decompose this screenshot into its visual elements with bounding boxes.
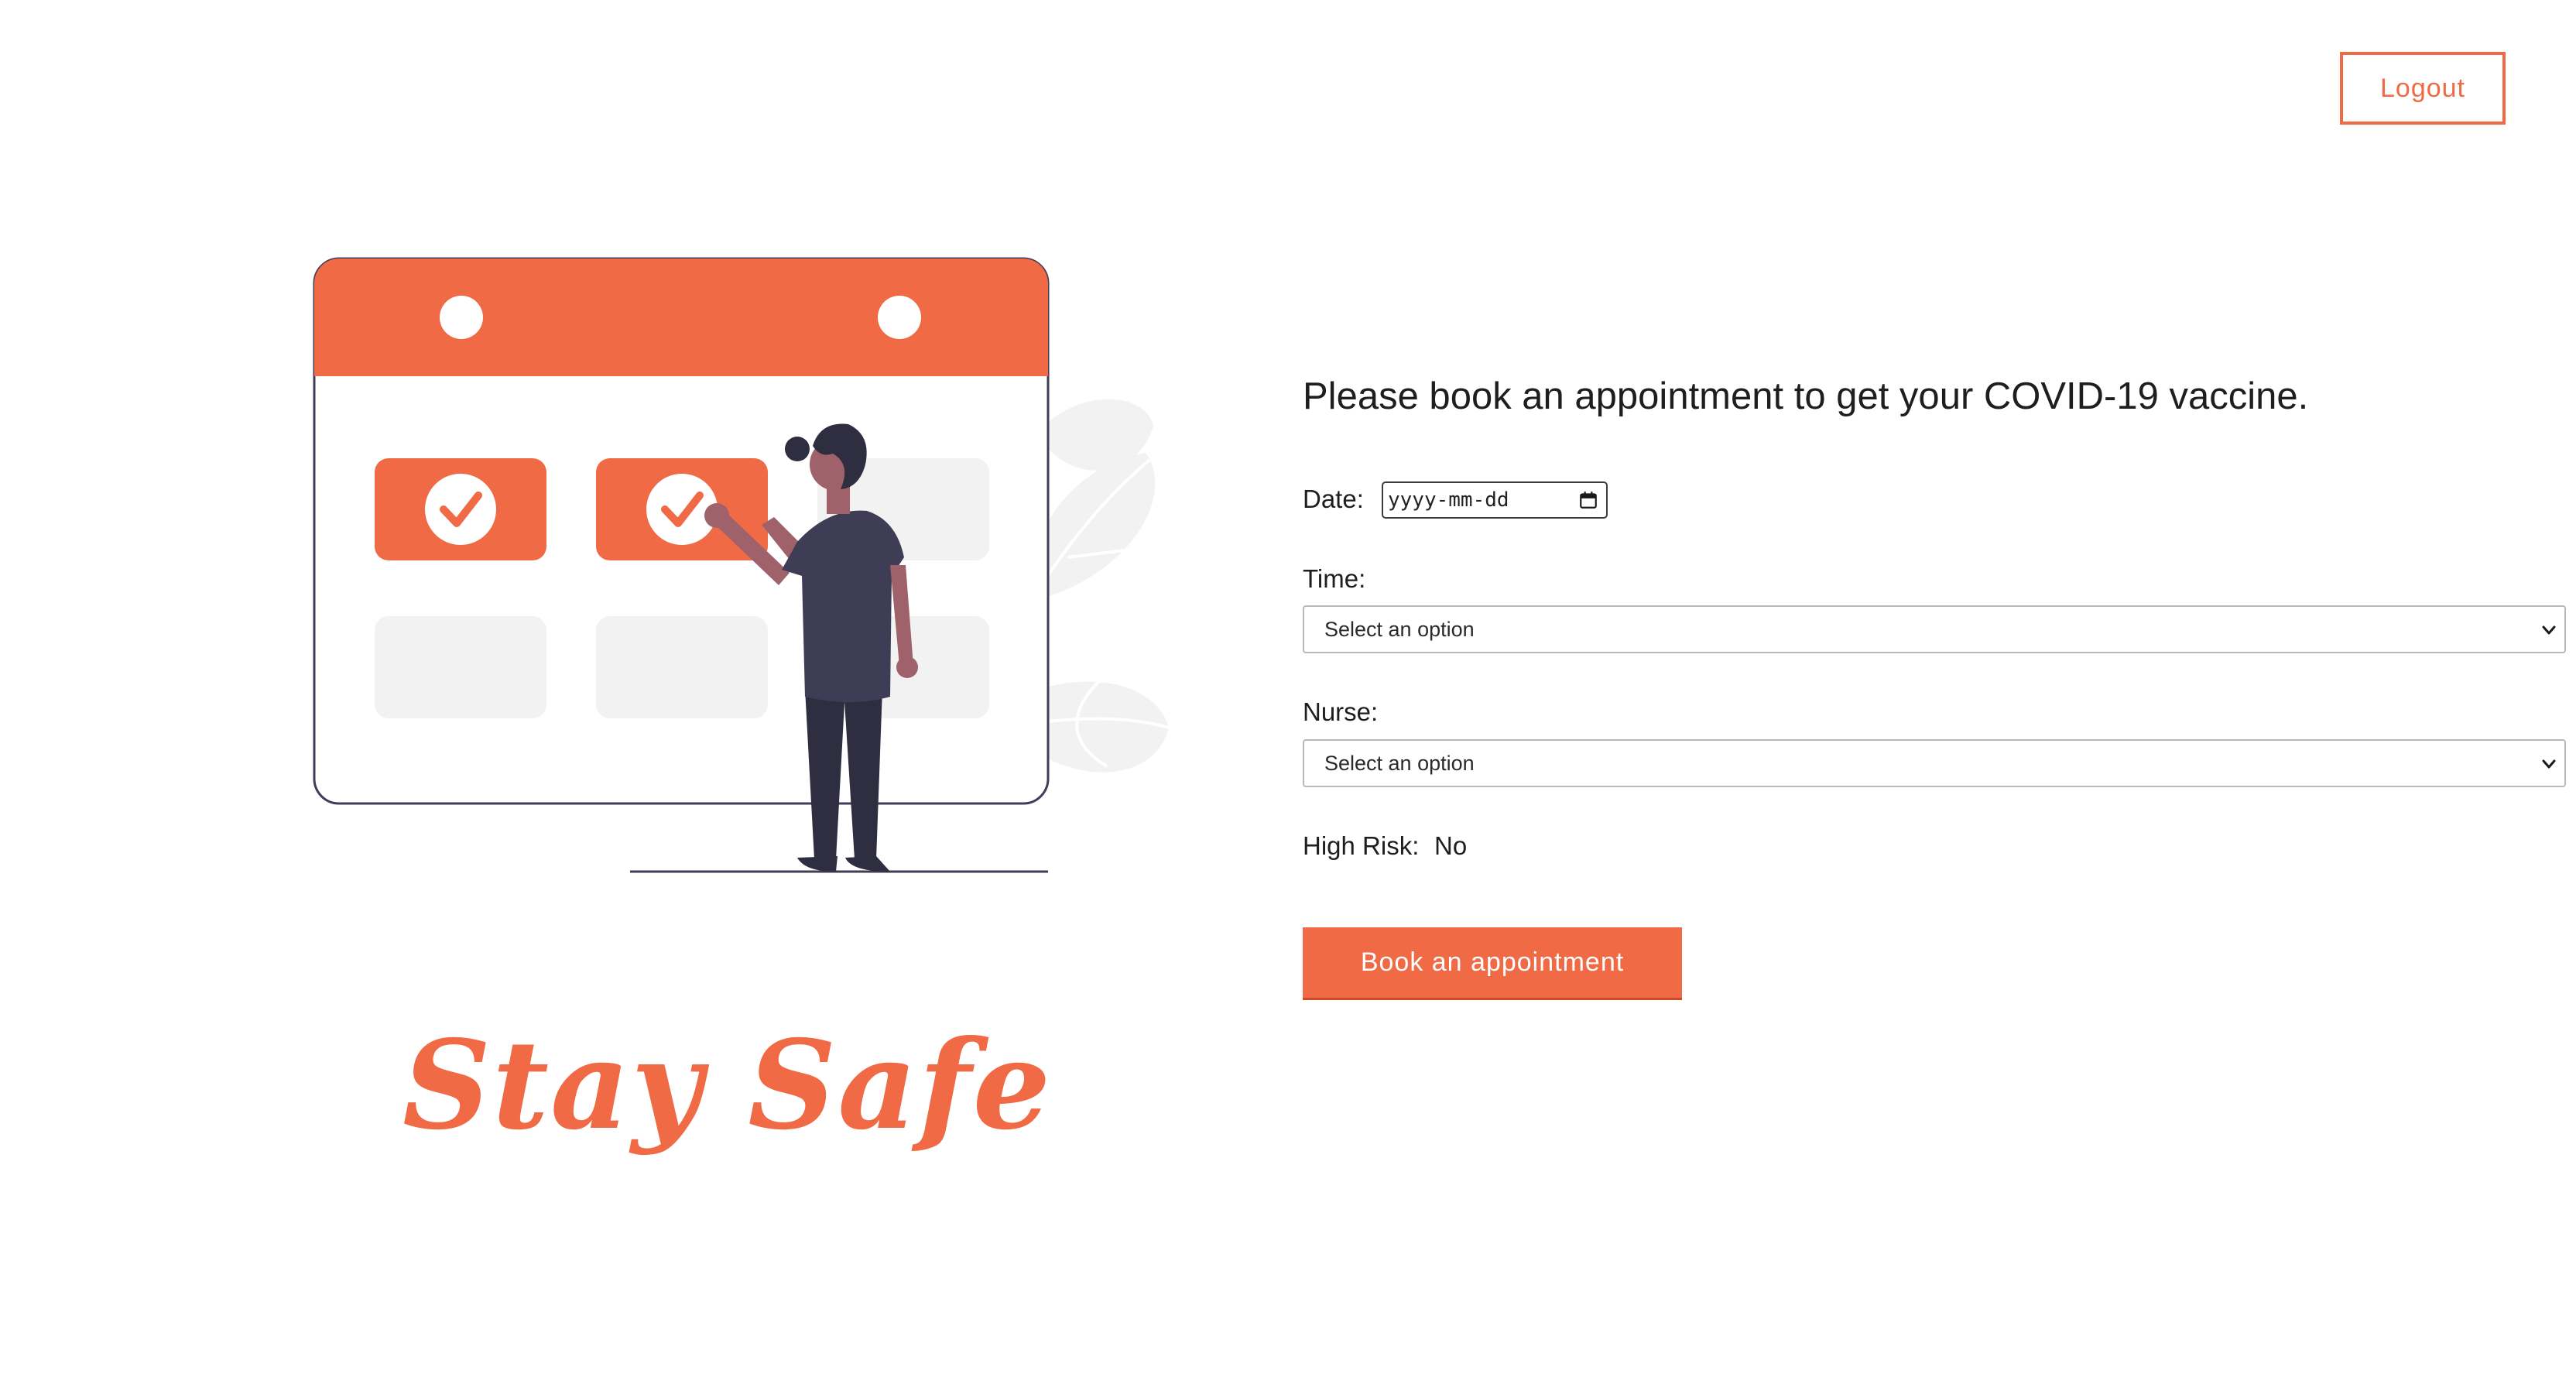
logout-button[interactable]: Logout bbox=[2340, 52, 2506, 125]
calendar-icon[interactable] bbox=[1578, 490, 1598, 510]
calendar-illustration bbox=[313, 257, 1170, 873]
page-title: Please book an appointment to get your C… bbox=[1303, 375, 2309, 417]
calendar-ring-right bbox=[878, 296, 921, 339]
date-placeholder: yyyy-mm-dd bbox=[1388, 488, 1509, 512]
high-risk-value: No bbox=[1434, 831, 1468, 860]
stay-safe-tagline: Stay Safe bbox=[402, 1014, 1053, 1157]
chevron-down-icon bbox=[2542, 625, 2556, 635]
calendar-ring-left bbox=[440, 296, 483, 339]
nurse-label: Nurse: bbox=[1303, 697, 1379, 726]
time-select-value: Select an option bbox=[1324, 617, 1475, 641]
chevron-down-icon bbox=[2542, 759, 2556, 769]
high-risk-label: High Risk: bbox=[1303, 831, 1420, 860]
calendar-tile bbox=[375, 616, 546, 718]
book-appointment-button[interactable]: Book an appointment bbox=[1303, 927, 1682, 1000]
date-label: Date: bbox=[1303, 485, 1364, 513]
time-label: Time: bbox=[1303, 564, 1366, 593]
nurse-select-value: Select an option bbox=[1324, 751, 1475, 775]
nurse-select[interactable]: Select an option bbox=[1303, 739, 2566, 787]
calendar-tile bbox=[596, 616, 768, 718]
time-select[interactable]: Select an option bbox=[1303, 605, 2566, 653]
date-input[interactable]: yyyy-mm-dd bbox=[1382, 481, 1608, 519]
calendar-header bbox=[314, 259, 1048, 376]
